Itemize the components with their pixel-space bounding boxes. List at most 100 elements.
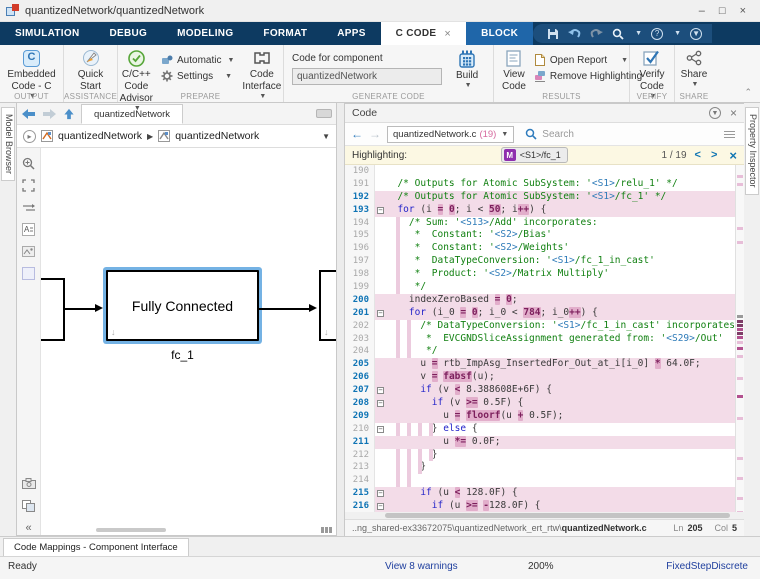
quick-start-button[interactable]: Quick Start	[74, 48, 108, 93]
view-code-button[interactable]: View Code	[498, 48, 530, 93]
warnings-link[interactable]: View 8 warnings	[385, 561, 458, 572]
search-icon[interactable]	[612, 28, 624, 40]
tab-debug[interactable]: DEBUG	[94, 22, 162, 45]
downstream-block[interactable]: ↓	[319, 270, 336, 341]
code-mappings-tab[interactable]: Code Mappings - Component Interface	[3, 538, 189, 556]
zoom-level[interactable]: 200%	[528, 561, 554, 572]
screenshot-icon[interactable]	[21, 476, 36, 491]
fold-icon[interactable]: −	[377, 490, 384, 497]
breadcrumb-caret-icon[interactable]: ▼	[322, 132, 330, 141]
code-editor[interactable]: 190191 /* Outputs for Atomic SubSystem: …	[345, 165, 744, 512]
undo-icon[interactable]	[568, 28, 581, 39]
component-input[interactable]	[292, 68, 442, 85]
close-icon[interactable]: ×	[740, 5, 746, 17]
code-line-210[interactable]: 210− } else {	[345, 423, 735, 436]
property-inspector-tab[interactable]: Property Inspector	[745, 107, 759, 195]
collapse-palette-icon[interactable]: «	[21, 520, 36, 535]
code-back-icon[interactable]: ←	[351, 127, 363, 141]
code-line-212[interactable]: 212 }	[345, 449, 735, 462]
fold-icon[interactable]: −	[377, 400, 384, 407]
code-search[interactable]: Search	[520, 126, 718, 143]
code-line-201[interactable]: 201− for (i_0 = 0; i_0 < 784; i_0++) {	[345, 307, 735, 320]
automatic-dropdown[interactable]: Automatic▼	[161, 54, 234, 66]
model-canvas[interactable]: ↓ Fully Connected fc_1 ↓	[41, 148, 336, 535]
code-line-208[interactable]: 208− if (v >= 0.5F) {	[345, 397, 735, 410]
tab-modeling[interactable]: MODELING	[162, 22, 248, 45]
fold-icon[interactable]: −	[377, 426, 384, 433]
code-line-198[interactable]: 198 * Product: '<S2>/Matrix Multiply'	[345, 268, 735, 281]
area-box-icon[interactable]	[21, 266, 36, 281]
code-line-193[interactable]: 193− for (i = 0; i < 50; i++) {	[345, 204, 735, 217]
code-line-196[interactable]: 196 * Constant: '<S2>/Weights'	[345, 242, 735, 255]
tab-format[interactable]: FORMAT	[248, 22, 322, 45]
forward-icon[interactable]	[42, 108, 57, 120]
block-badge-icon[interactable]: ↓	[324, 327, 329, 337]
help-icon[interactable]: ?	[651, 28, 663, 40]
viewmarks-icon[interactable]	[21, 498, 36, 513]
code-line-216[interactable]: 216− if (u >= -128.0F) {	[345, 500, 735, 512]
redo-icon[interactable]	[590, 28, 603, 39]
annotation-icon[interactable]: A	[21, 222, 36, 237]
fold-icon[interactable]: −	[377, 310, 384, 317]
save-icon[interactable]	[547, 28, 559, 40]
minimize-toolstrip-icon[interactable]: ▼	[690, 28, 702, 40]
signal-routing-icon[interactable]	[21, 200, 36, 215]
code-line-195[interactable]: 195 * Constant: '<S2>/Bias'	[345, 229, 735, 242]
build-button[interactable]: Build▼	[452, 49, 482, 90]
tab-c-code[interactable]: C CODE ×	[381, 22, 466, 45]
tab-block[interactable]: BLOCK	[466, 22, 533, 45]
code-line-203[interactable]: 203 * EVCGNDSliceAssignment generated fr…	[345, 333, 735, 346]
canvas-minipanel-icon[interactable]	[316, 109, 332, 118]
pane-splitter[interactable]	[337, 103, 345, 536]
fit-to-view-icon[interactable]	[21, 178, 36, 193]
code-line-213[interactable]: 213 }	[345, 461, 735, 474]
search-caret-icon[interactable]: ▼	[635, 30, 642, 37]
tab-apps[interactable]: APPS	[322, 22, 380, 45]
highlight-chip[interactable]: M <S1>/fc_1	[501, 147, 568, 163]
model-browser-tab[interactable]: Model Browser	[1, 107, 15, 181]
tab-simulation[interactable]: SIMULATION	[0, 22, 94, 45]
fold-icon[interactable]: −	[377, 503, 384, 510]
code-advisor-button[interactable]: C/C++ Code Advisor▼	[116, 48, 157, 113]
help-caret-icon[interactable]: ▼	[674, 30, 681, 37]
code-line-215[interactable]: 215− if (u < 128.0F) {	[345, 487, 735, 500]
pane-menu-icon[interactable]: ▼	[709, 107, 721, 119]
back-icon[interactable]	[21, 108, 36, 120]
expand-circle-icon[interactable]: ▸	[23, 130, 36, 143]
close-pane-icon[interactable]: ×	[730, 106, 737, 120]
menu-icon[interactable]	[724, 131, 735, 138]
code-line-209[interactable]: 209 u = floorf(u + 0.5F);	[345, 410, 735, 423]
fold-icon[interactable]: −	[377, 207, 384, 214]
code-hscrollbar[interactable]	[345, 512, 744, 519]
code-line-204[interactable]: 204 */	[345, 345, 735, 358]
code-line-214[interactable]: 214	[345, 474, 735, 487]
open-report-dropdown[interactable]: Open Report▼	[534, 54, 642, 66]
code-line-200[interactable]: 200 indexZeroBased = 0;	[345, 294, 735, 307]
code-line-202[interactable]: 202 /* DataTypeConversion: '<S1>/fc_1_in…	[345, 320, 735, 333]
fold-icon[interactable]: −	[377, 387, 384, 394]
code-line-191[interactable]: 191 /* Outputs for Atomic SubSystem: '<S…	[345, 178, 735, 191]
share-button[interactable]: Share▼	[677, 48, 712, 89]
zoom-icon[interactable]	[21, 156, 36, 171]
collapse-toolstrip-icon[interactable]: ⌃	[744, 87, 752, 98]
up-icon[interactable]	[63, 108, 75, 120]
remove-highlighting-button[interactable]: Remove Highlighting	[534, 70, 642, 82]
code-line-190[interactable]: 190	[345, 165, 735, 178]
breadcrumb-item-1[interactable]: quantizedNetwork	[58, 130, 142, 142]
canvas-hscrollbar[interactable]	[96, 528, 166, 532]
block-name[interactable]: fc_1	[106, 348, 259, 362]
code-line-211[interactable]: 211 u *= 0.0F;	[345, 436, 735, 449]
tab-close-icon[interactable]: ×	[444, 28, 451, 40]
code-vscrollbar[interactable]	[735, 165, 744, 512]
close-highlighting-icon[interactable]: ×	[729, 148, 737, 163]
code-forward-icon[interactable]: →	[369, 127, 381, 141]
code-line-199[interactable]: 199 */	[345, 281, 735, 294]
breadcrumb-item-2[interactable]: quantizedNetwork	[175, 130, 259, 142]
next-highlight-icon[interactable]: >	[709, 149, 719, 161]
code-line-194[interactable]: 194 /* Sum: '<S13>/Add' incorporates:	[345, 217, 735, 230]
maximize-icon[interactable]: □	[719, 5, 726, 17]
code-line-205[interactable]: 205 u = rtb_ImpAsg_InsertedFor_Out_at_i[…	[345, 358, 735, 371]
upstream-block[interactable]	[41, 278, 65, 341]
solver-name[interactable]: FixedStepDiscrete	[666, 561, 748, 572]
code-line-206[interactable]: 206 v = fabsf(u);	[345, 371, 735, 384]
